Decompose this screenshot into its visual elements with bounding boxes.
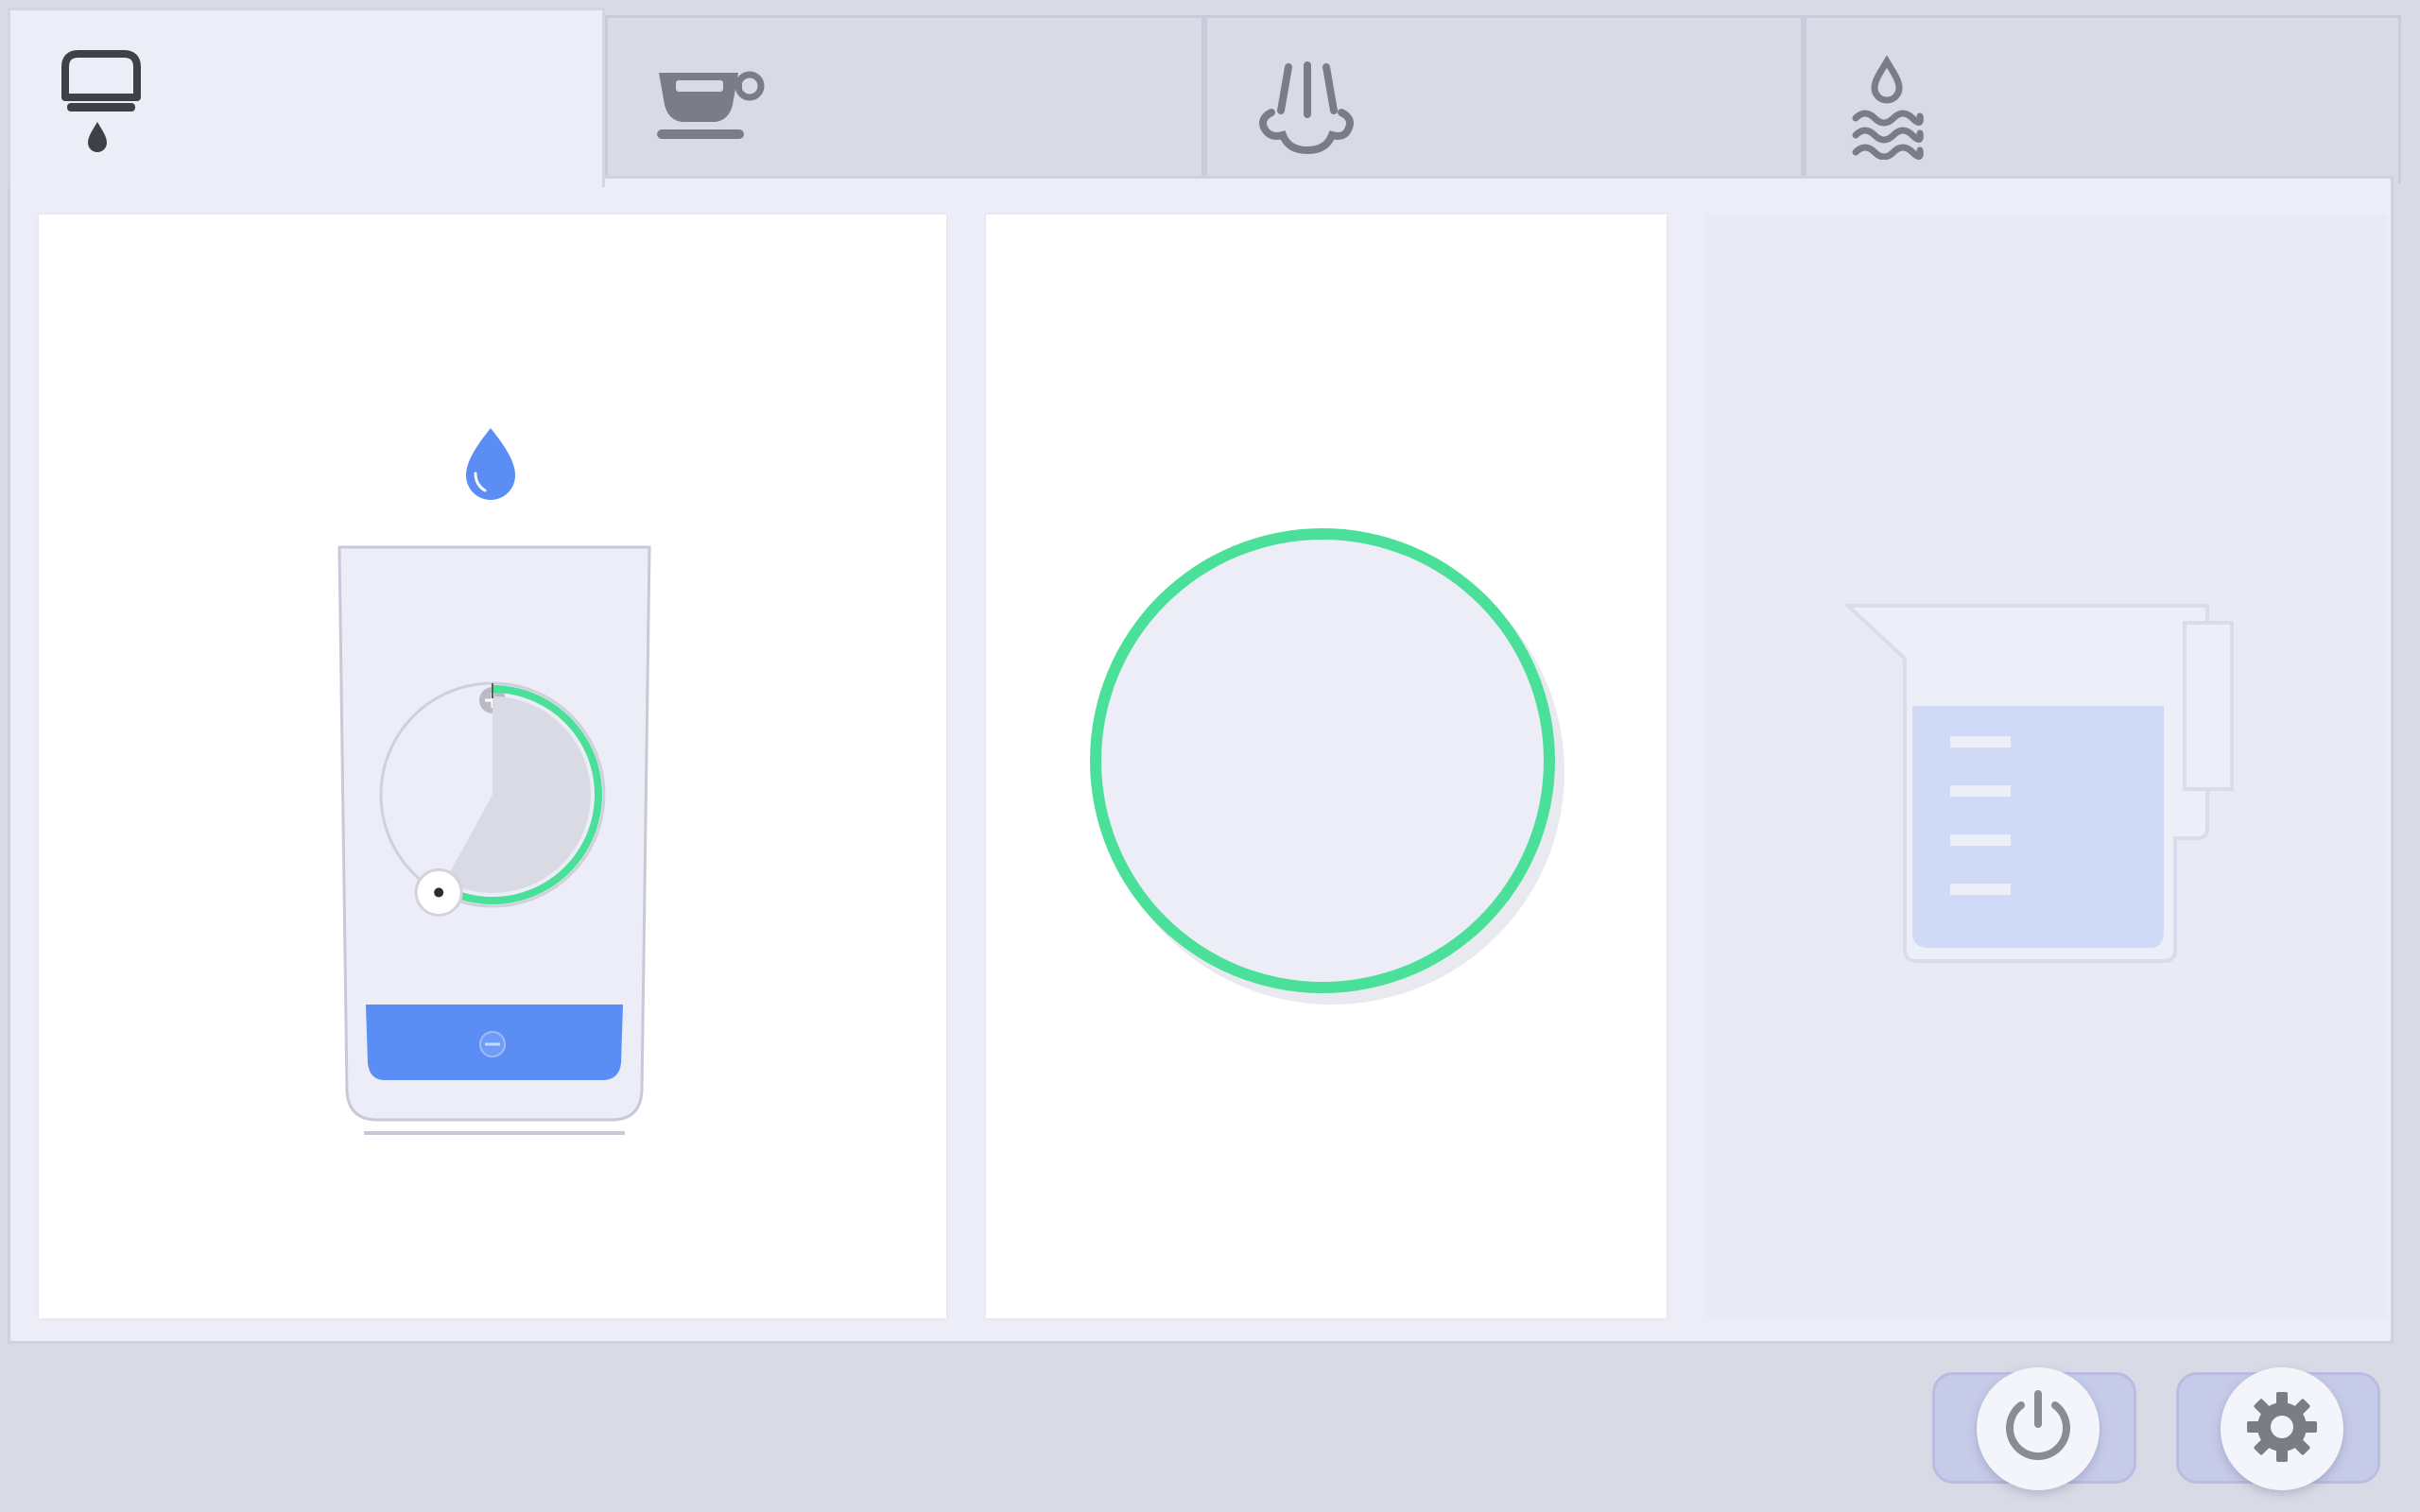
power-knob — [1977, 1367, 2100, 1490]
settings-button[interactable] — [2176, 1367, 2380, 1490]
tab-dispense[interactable] — [8, 8, 605, 187]
tab-bar — [8, 8, 2401, 187]
tab-coffee[interactable] — [605, 15, 1204, 183]
gear-icon — [2239, 1384, 2325, 1474]
dispenser-drop-icon — [58, 48, 143, 157]
dial-handle[interactable] — [414, 868, 463, 917]
tab-hot-water[interactable] — [1804, 15, 2401, 183]
jug-panel — [1706, 215, 2387, 1318]
settings-knob — [2221, 1367, 2343, 1490]
water-drop-icon — [466, 428, 515, 500]
hot-water-icon — [1844, 55, 1929, 164]
power-button[interactable] — [1932, 1367, 2136, 1490]
measuring-jug-icon[interactable] — [1842, 604, 2234, 963]
power-icon — [1996, 1384, 2081, 1474]
tab-steam[interactable] — [1204, 15, 1804, 183]
start-button[interactable] — [1090, 528, 1564, 1005]
start-panel — [986, 215, 1667, 1318]
main-content — [8, 176, 2394, 1344]
coffee-cup-icon — [655, 67, 769, 147]
glass-panel — [39, 215, 946, 1318]
steam-icon — [1254, 61, 1358, 161]
decrease-button[interactable] — [479, 1031, 506, 1057]
